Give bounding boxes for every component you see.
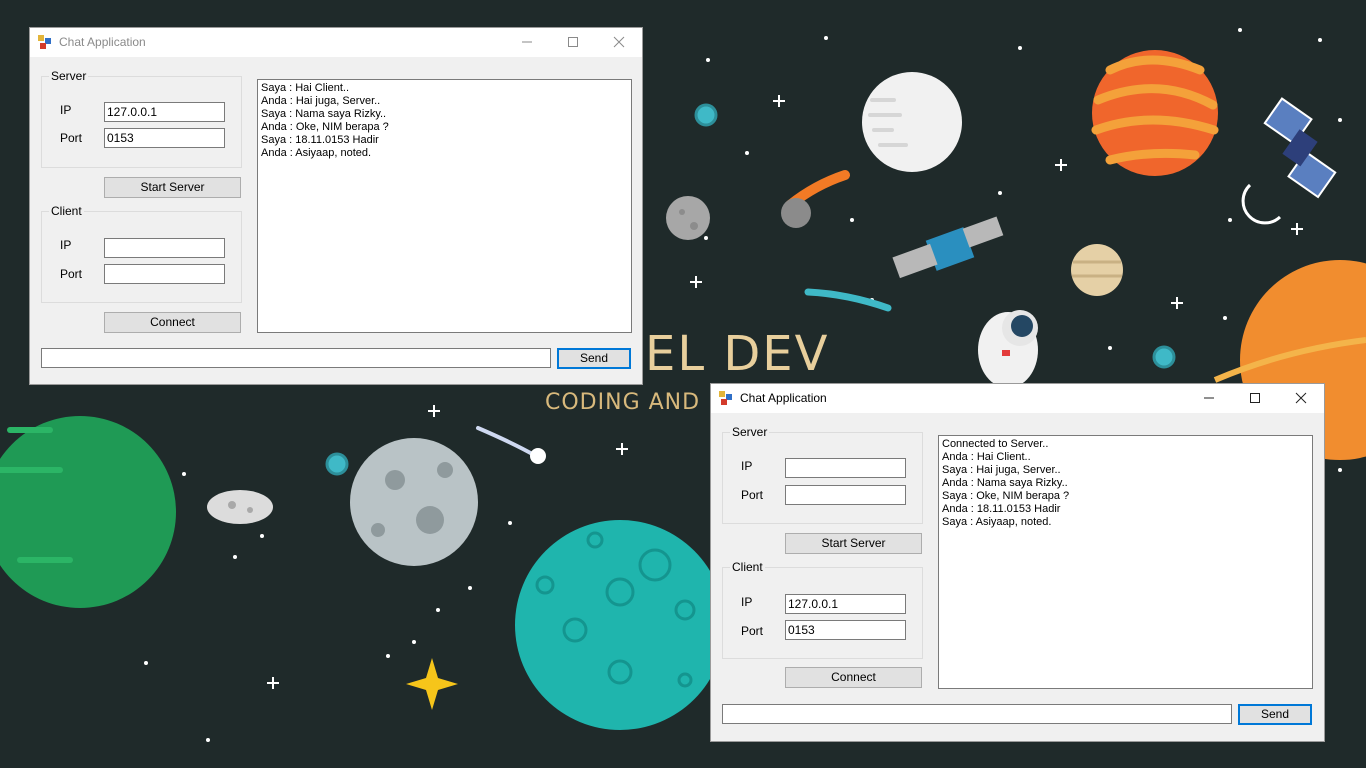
chat-message: Saya : Asiyaap, noted. xyxy=(942,516,1052,528)
connect-button[interactable]: Connect xyxy=(785,667,922,688)
minimize-icon xyxy=(522,41,532,43)
chat-message: Anda : Oke, NIM berapa ? xyxy=(261,121,389,133)
server-port-label: Port xyxy=(741,488,764,502)
maximize-icon xyxy=(568,37,578,47)
server-ip-field[interactable] xyxy=(785,458,906,478)
chat-message: Saya : Hai juga, Server.. xyxy=(942,464,1061,476)
minimize-button[interactable] xyxy=(1186,384,1232,413)
minimize-button[interactable] xyxy=(504,28,550,57)
send-button[interactable]: Send xyxy=(557,348,631,369)
server-group: Server xyxy=(722,425,923,524)
wallpaper-tagline: CODING AND L xyxy=(545,390,722,415)
server-group-label: Server xyxy=(49,69,89,83)
client-ip-field[interactable] xyxy=(104,238,225,258)
maximize-button[interactable] xyxy=(1232,384,1278,413)
app-icon xyxy=(38,35,51,49)
window-title: Chat Application xyxy=(740,391,827,405)
server-ip-label: IP xyxy=(741,459,753,473)
server-group-label: Server xyxy=(730,425,770,439)
chat-message: Anda : Nama saya Rizky.. xyxy=(942,477,1068,489)
chat-message: Saya : Oke, NIM berapa ? xyxy=(942,490,1070,502)
chat-message: Saya : Nama saya Rizky.. xyxy=(261,108,387,120)
chat-log[interactable]: Saya : Hai Client.. Anda : Hai juga, Ser… xyxy=(257,79,632,333)
chat-window-server: Chat Application Server IP 127.0.0.1 Por… xyxy=(29,27,643,385)
title-bar[interactable]: Chat Application xyxy=(711,384,1324,413)
chat-message: Anda : Hai juga, Server.. xyxy=(261,95,381,107)
client-ip-field[interactable]: 127.0.0.1 xyxy=(785,594,906,614)
server-port-field[interactable] xyxy=(785,485,906,505)
chat-message: Saya : 18.11.0153 Hadir xyxy=(261,134,379,146)
chat-log[interactable]: Connected to Server.. Anda : Hai Client.… xyxy=(938,435,1313,689)
maximize-button[interactable] xyxy=(550,28,596,57)
title-bar[interactable]: Chat Application xyxy=(30,28,642,57)
start-server-button[interactable]: Start Server xyxy=(785,533,922,554)
client-group-label: Client xyxy=(49,204,84,218)
client-group-label: Client xyxy=(730,560,765,574)
chat-message: Connected to Server.. xyxy=(942,438,1049,450)
minimize-icon xyxy=(1204,397,1214,399)
chat-message: Anda : Hai Client.. xyxy=(942,451,1031,463)
chat-message: Anda : Asiyaap, noted. xyxy=(261,147,372,159)
client-port-field[interactable]: 0153 xyxy=(785,620,906,640)
send-button[interactable]: Send xyxy=(1238,704,1312,725)
start-server-button[interactable]: Start Server xyxy=(104,177,241,198)
wallpaper-headline: EL DEV xyxy=(645,326,830,382)
app-icon xyxy=(719,391,732,405)
client-port-field[interactable] xyxy=(104,264,225,284)
client-ip-label: IP xyxy=(741,595,753,609)
client-port-label: Port xyxy=(741,624,764,638)
close-icon xyxy=(613,36,625,48)
connect-button[interactable]: Connect xyxy=(104,312,241,333)
close-button[interactable] xyxy=(1278,384,1324,413)
server-group: Server xyxy=(41,69,242,168)
server-port-label: Port xyxy=(60,131,83,145)
window-title: Chat Application xyxy=(59,35,146,49)
server-ip-field[interactable]: 127.0.0.1 xyxy=(104,102,225,122)
server-ip-label: IP xyxy=(60,103,72,117)
client-ip-label: IP xyxy=(60,238,72,252)
chat-message: Saya : Hai Client.. xyxy=(261,82,350,94)
close-icon xyxy=(1295,392,1307,404)
server-port-field[interactable]: 0153 xyxy=(104,128,225,148)
chat-window-client: Chat Application Server IP Port Start Se… xyxy=(710,383,1325,742)
maximize-icon xyxy=(1250,393,1260,403)
client-port-label: Port xyxy=(60,267,83,281)
chat-message: Anda : 18.11.0153 Hadir xyxy=(942,503,1061,515)
message-input[interactable] xyxy=(41,348,551,368)
message-input[interactable] xyxy=(722,704,1232,724)
close-button[interactable] xyxy=(596,28,642,57)
